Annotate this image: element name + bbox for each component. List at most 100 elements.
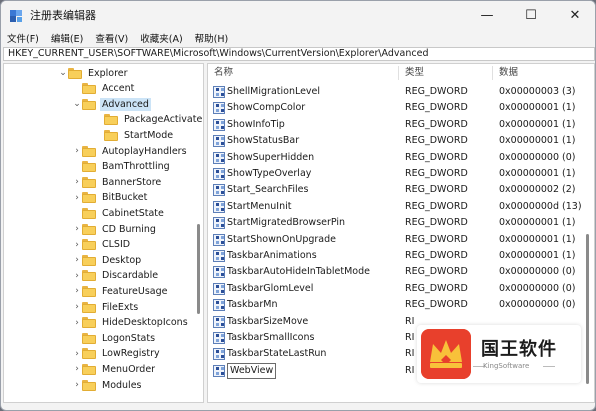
value-row[interactable]: TaskbarGlomLevel REG_DWORD 0x00000000 (0) [208,281,594,297]
folder-icon [82,176,96,188]
tree-item[interactable]: › CLSID [72,237,132,253]
reg-dword-icon [213,348,225,361]
value-data: 0x00000001 (1) [499,168,576,179]
value-name: TaskbarGlomLevel [227,282,314,294]
chevron-right-icon[interactable]: › [72,255,82,265]
chevron-right-icon[interactable]: › [72,177,82,187]
value-data: 0x00000001 (1) [499,233,576,245]
menu-file[interactable]: 文件(F) [7,31,39,45]
menu-view[interactable]: 查看(V) [95,31,128,45]
menu-favorites[interactable]: 收藏夹(A) [140,31,182,45]
reg-dword-icon [213,250,225,262]
reg-dword-icon [213,364,225,377]
regedit-window: 注册表编辑器 — ☐ ✕ 文件(F) 编辑(E) 查看(V) 收藏夹(A) 帮助… [0,0,596,411]
column-divider[interactable] [492,66,493,80]
folder-icon [82,363,96,375]
chevron-right-icon[interactable]: › [72,302,82,312]
tree-item[interactable]: › FileExts [72,299,140,315]
crown-icon [421,329,471,379]
chevron-right-icon[interactable]: › [72,271,82,281]
minimize-button[interactable]: — [465,1,509,29]
value-data: 0x00000003 (3) [499,86,576,97]
tree-item[interactable]: › Discardable [72,268,160,284]
chevron-right-icon[interactable]: › [72,240,82,250]
folder-icon [82,317,96,329]
maximize-button[interactable]: ☐ [509,1,553,29]
folder-icon [104,129,118,141]
value-row[interactable]: StartShownOnUpgrade REG_DWORD 0x00000001 (… [208,232,594,248]
tree-item[interactable]: › HideDesktopIcons [72,315,190,331]
value-name: Start_SearchFiles [227,184,309,196]
tree-item[interactable]: ⌄ Advanced [72,96,151,112]
folder-icon [82,301,96,313]
tree-item[interactable]: ⌄ Explorer [58,65,130,81]
value-name-edit-field[interactable]: WebView [227,362,277,379]
column-header-type[interactable]: 类型 [405,64,424,82]
value-row[interactable]: ShowStatusBar REG_DWORD 0x00000001 (1) [208,133,594,149]
value-type: REG_DWORD [405,135,468,147]
value-row[interactable]: StartMenuInit REG_DWORD 0x0000000d (13) [208,199,594,215]
close-button[interactable]: ✕ [553,1,595,29]
menu-help[interactable]: 帮助(H) [195,31,229,45]
tree-item[interactable]: › Desktop [72,252,143,268]
chevron-right-icon[interactable]: › [72,318,82,328]
chevron-right-icon[interactable]: › [72,364,82,374]
title-bar: 注册表编辑器 — ☐ ✕ [1,1,595,29]
tree-item[interactable]: BamThrottling [72,159,172,175]
chevron-right-icon[interactable]: › [72,224,82,234]
tree-item[interactable]: › Modules [72,377,144,393]
value-row[interactable]: Start_SearchFiles REG_DWORD 0x00000002 (2) [208,182,594,198]
reg-dword-icon [213,200,225,213]
value-row[interactable]: ShowCompColor REG_DWORD 0x00000001 (1) [208,100,594,116]
tree-item-label: BitBucket [102,192,148,204]
tree-item[interactable]: › MenuOrder [72,361,157,377]
tree-item-label: LowRegistry [102,348,160,360]
value-row[interactable]: ShowInfoTip REG_DWORD 0x00000001 (1) [208,117,594,133]
value-row[interactable]: ShowTypeOverlay REG_DWORD 0x00000001 (1) [208,166,594,182]
column-divider[interactable] [398,66,399,80]
key-tree[interactable]: ⌄ Explorer Accent ⌄ Advanced PackageActivate S… [3,63,204,403]
tree-item[interactable]: › LowRegistry [72,346,162,362]
tree-item[interactable]: CabinetState [72,205,166,221]
value-row[interactable]: ShowSuperHidden REG_DWORD 0x00000000 (0) [208,150,594,166]
value-row[interactable]: TaskbarMn REG_DWORD 0x00000000 (0) [208,297,594,313]
value-row[interactable]: TaskbarAnimations REG_DWORD 0x00000001 (1) [208,248,594,264]
chevron-right-icon[interactable]: › [72,193,82,203]
tree-item[interactable]: › FeatureUsage [72,283,170,299]
chevron-right-icon[interactable]: › [72,146,82,156]
tree-scrollbar[interactable] [197,224,200,314]
value-data: 0x00000000 (0) [499,299,576,311]
value-data: 0x00000001 (1) [499,102,576,114]
value-row[interactable]: TaskbarAutoHideInTabletMode REG_DWORD 0x00… [208,264,594,280]
column-header-data[interactable]: 数据 [499,64,518,82]
value-row[interactable]: ShellMigrationLevel REG_DWORD 0x00000003 (… [208,84,594,100]
tree-item-label: Desktop [102,254,142,266]
column-header-name[interactable]: 名称 [214,64,233,82]
address-bar[interactable]: HKEY_CURRENT_USER\SOFTWARE\Microsoft\Win… [3,47,595,61]
value-name: TaskbarAnimations [227,250,317,261]
chevron-right-icon[interactable]: › [72,380,82,390]
tree-item-label: CLSID [102,239,131,251]
value-type: RI [405,364,415,376]
tree-item-label: Modules [102,379,142,391]
chevron-down-icon[interactable]: ⌄ [72,99,82,109]
tree-item[interactable]: › CD Burning [72,221,158,237]
tree-item[interactable]: › BannerStore [72,174,163,190]
value-type: REG_DWORD [405,118,468,130]
menu-edit[interactable]: 编辑(E) [51,31,83,45]
tree-item[interactable]: PackageActivate [94,112,203,128]
value-name: ShowCompColor [227,102,306,114]
tree-item[interactable]: StartMode [94,127,175,143]
value-data: 0x00000000 (0) [499,151,576,163]
folder-icon [82,207,96,219]
tree-item[interactable]: › AutoplayHandlers [72,143,189,159]
value-name: ShowStatusBar [227,135,300,147]
chevron-right-icon[interactable]: › [72,286,82,296]
tree-item[interactable]: LogonStats [72,330,157,346]
value-row[interactable]: StartMigratedBrowserPin REG_DWORD 0x000000… [208,215,594,231]
tree-item[interactable]: Accent [72,81,136,97]
value-type: REG_DWORD [405,266,468,278]
chevron-right-icon[interactable]: › [72,349,82,359]
chevron-down-icon[interactable]: ⌄ [58,68,68,78]
tree-item[interactable]: › BitBucket [72,190,149,206]
